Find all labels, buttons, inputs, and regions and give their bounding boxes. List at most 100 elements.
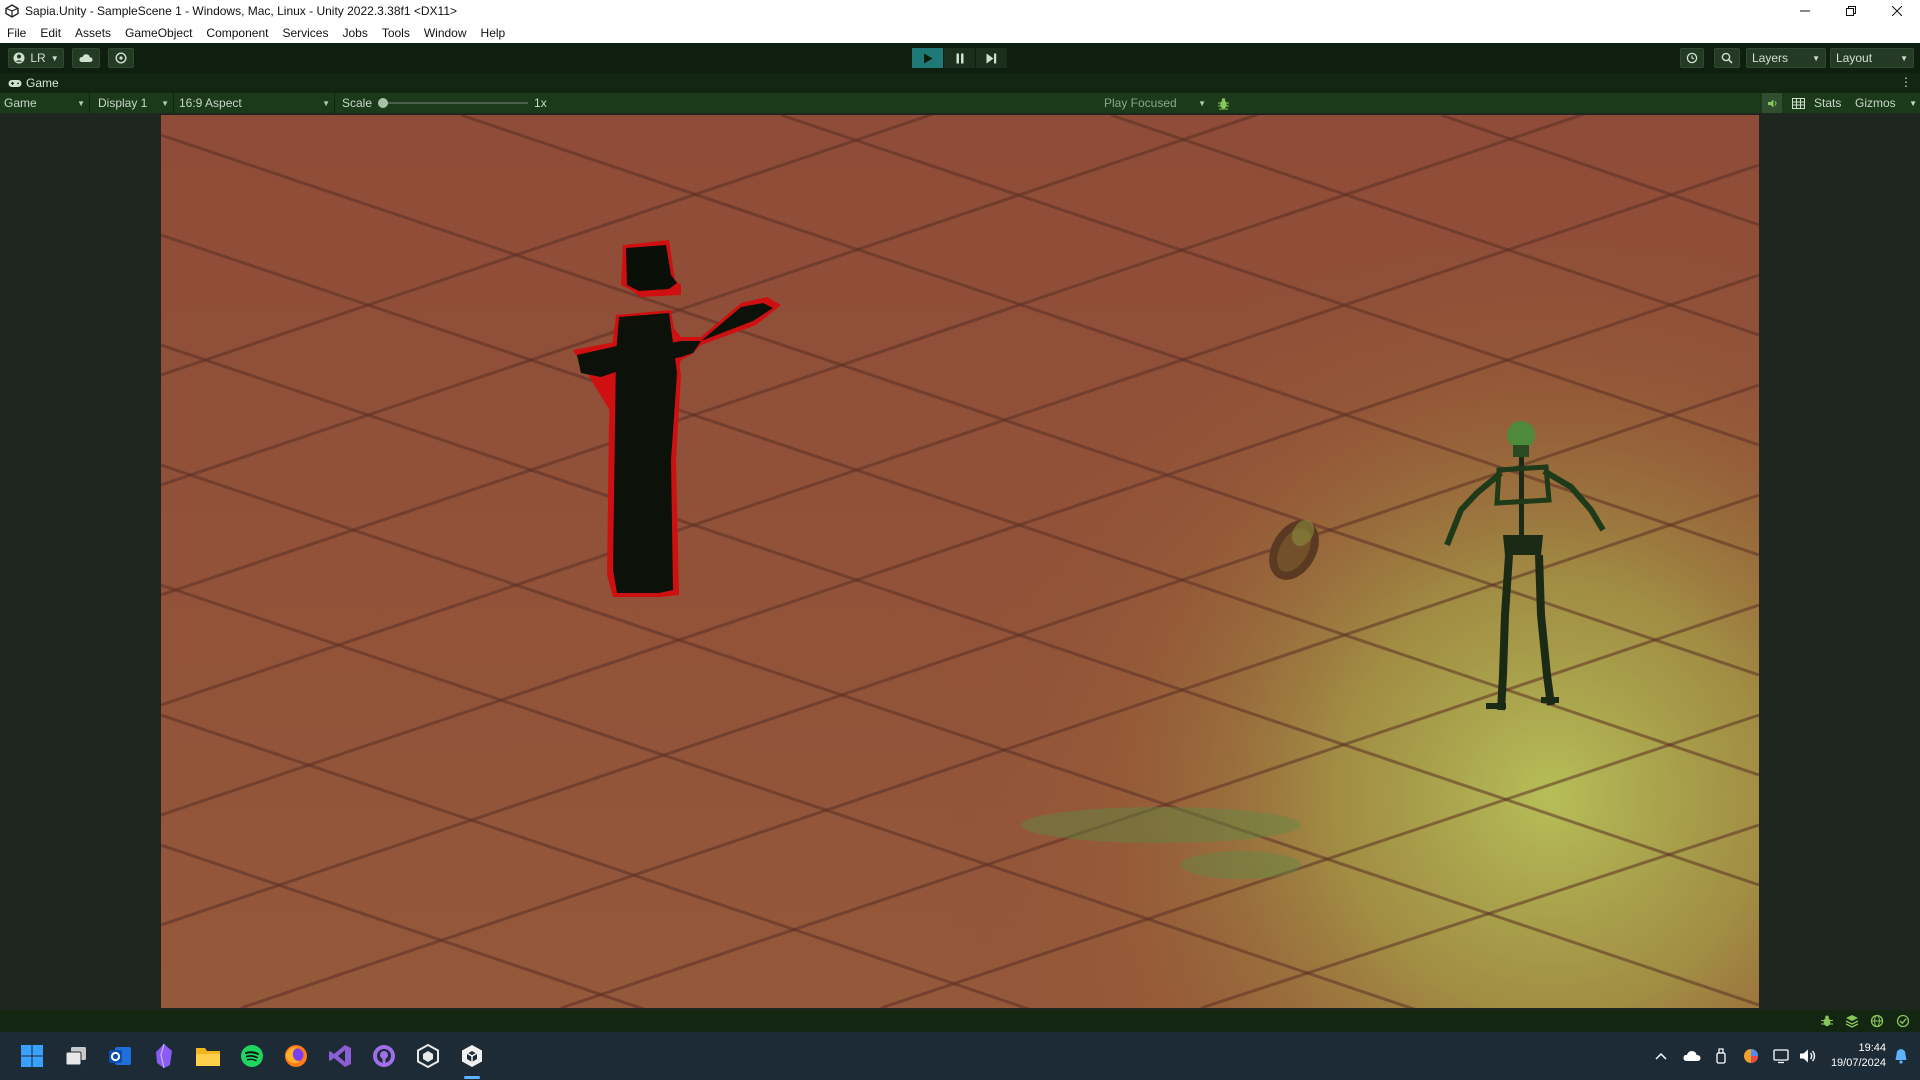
- bug-status-icon[interactable]: [1820, 1014, 1834, 1028]
- play-mode-dropdown[interactable]: Play Focused ▼: [1100, 93, 1210, 113]
- chevron-down-icon: ▼: [1812, 53, 1820, 63]
- minimize-button[interactable]: [1782, 0, 1828, 22]
- menu-bar: File Edit Assets GameObject Component Se…: [0, 22, 1920, 43]
- step-icon: [986, 53, 997, 63]
- account-dropdown[interactable]: LR ▼: [8, 48, 64, 68]
- taskbar-unity-hub[interactable]: [414, 1042, 442, 1070]
- pause-icon: [956, 53, 963, 63]
- menu-services[interactable]: Services: [282, 26, 328, 40]
- system-tray: 19:44 19/07/2024: [1655, 1032, 1920, 1080]
- taskbar-spotify[interactable]: [238, 1042, 266, 1070]
- taskbar-firefox[interactable]: [282, 1042, 310, 1070]
- layers-dropdown[interactable]: Layers ▼: [1746, 48, 1826, 68]
- layout-label: Layout: [1836, 51, 1873, 65]
- close-icon: [1892, 6, 1902, 16]
- cloud-button[interactable]: [72, 48, 100, 68]
- windows-taskbar: 19:44 19/07/2024: [0, 1032, 1920, 1080]
- volume-icon[interactable]: [1799, 1048, 1817, 1064]
- display-network-icon[interactable]: [1773, 1048, 1791, 1064]
- active-app-indicator: [464, 1076, 480, 1079]
- check-circle-icon[interactable]: [1896, 1014, 1910, 1028]
- taskbar-file-explorer[interactable]: [194, 1042, 222, 1070]
- menu-help[interactable]: Help: [481, 26, 506, 40]
- restore-button[interactable]: [1828, 0, 1874, 22]
- menu-jobs[interactable]: Jobs: [342, 26, 367, 40]
- speaker-icon: [1767, 99, 1776, 107]
- onedrive-cloud-icon[interactable]: [1683, 1050, 1701, 1062]
- aspect-label: 16:9 Aspect: [179, 96, 242, 110]
- windows-start-icon: [21, 1045, 43, 1067]
- taskbar-clock[interactable]: 19:44 19/07/2024: [1831, 1041, 1886, 1071]
- collab-icon: [115, 52, 127, 64]
- chevron-down-icon: ▼: [322, 98, 330, 108]
- menu-window[interactable]: Window: [424, 26, 467, 40]
- chevron-down-icon: ▼: [1909, 98, 1917, 108]
- chevron-down-icon: ▼: [161, 98, 169, 108]
- scale-slider[interactable]: [378, 97, 529, 109]
- taskbar-visual-studio[interactable]: [326, 1042, 354, 1070]
- menu-gameobject[interactable]: GameObject: [125, 26, 192, 40]
- chevron-down-icon: ▼: [77, 98, 85, 108]
- account-icon: [13, 52, 25, 64]
- close-button[interactable]: [1874, 0, 1920, 22]
- start-button[interactable]: [18, 1042, 46, 1070]
- gizmos-dropdown[interactable]: Gizmos ▼: [1855, 93, 1917, 113]
- gamepad-icon: [8, 79, 22, 87]
- scale-slider-handle[interactable]: [378, 98, 389, 108]
- mute-bug-toggle[interactable]: [1215, 96, 1231, 110]
- play-controls: [912, 48, 1008, 68]
- chevron-down-icon: ▼: [50, 53, 59, 63]
- layers-stack-icon[interactable]: [1845, 1014, 1859, 1028]
- taskbar-outlook[interactable]: [106, 1042, 134, 1070]
- menu-assets[interactable]: Assets: [75, 26, 111, 40]
- menu-edit[interactable]: Edit: [40, 26, 61, 40]
- obsidian-icon: [156, 1043, 172, 1069]
- grid-toggle[interactable]: [1790, 96, 1806, 110]
- collab-button[interactable]: [108, 48, 134, 68]
- stats-button[interactable]: Stats: [1814, 96, 1841, 110]
- chevron-down-icon: ▼: [1198, 98, 1206, 108]
- play-mode-label: Play Focused: [1104, 96, 1177, 110]
- visual-studio-icon: [329, 1045, 351, 1067]
- taskbar-obsidian[interactable]: [150, 1042, 178, 1070]
- pause-button[interactable]: [944, 48, 976, 68]
- grid-icon: [1791, 97, 1805, 109]
- layout-dropdown[interactable]: Layout ▼: [1830, 48, 1914, 68]
- scale-value: 1x: [534, 96, 547, 110]
- title-bar: Sapia.Unity - SampleScene 1 - Windows, M…: [0, 0, 1920, 22]
- taskbar-github-desktop[interactable]: [370, 1042, 398, 1070]
- maximize-on-play-toggle[interactable]: [1762, 93, 1782, 113]
- tab-menu-kebab-icon[interactable]: ⋮: [1900, 76, 1912, 88]
- game-view-controls: Game ▼ Display 1 ▼ 16:9 Aspect ▼ Scale 1…: [0, 93, 1920, 113]
- search-button[interactable]: [1714, 48, 1740, 68]
- spotify-icon: [241, 1045, 263, 1067]
- notification-bell-icon[interactable]: [1894, 1048, 1908, 1064]
- folder-icon: [196, 1048, 220, 1066]
- unity-logo-icon: [5, 4, 19, 18]
- display-dropdown[interactable]: Display 1 ▼: [90, 93, 174, 113]
- menu-tools[interactable]: Tools: [382, 26, 410, 40]
- firefox-icon: [285, 1045, 307, 1067]
- undo-history-button[interactable]: [1680, 48, 1704, 68]
- view-mode-label: Game: [4, 96, 37, 110]
- history-icon: [1686, 52, 1698, 64]
- restore-icon: [1846, 6, 1856, 16]
- tab-game[interactable]: Game: [0, 76, 59, 90]
- view-mode-dropdown[interactable]: Game ▼: [0, 93, 90, 113]
- display-label: Display 1: [98, 96, 148, 110]
- aspect-dropdown[interactable]: 16:9 Aspect ▼: [174, 93, 335, 113]
- usb-device-icon[interactable]: [1715, 1048, 1727, 1064]
- menu-file[interactable]: File: [7, 26, 26, 40]
- menu-component[interactable]: Component: [206, 26, 268, 40]
- network-globe-icon[interactable]: [1870, 1014, 1884, 1028]
- step-button[interactable]: [976, 48, 1008, 68]
- taskbar-unity-editor[interactable]: [458, 1042, 486, 1070]
- chevron-up-icon[interactable]: [1655, 1052, 1667, 1060]
- game-view[interactable]: [161, 115, 1759, 1008]
- task-view-icon: [65, 1047, 86, 1066]
- color-picker-icon[interactable]: [1743, 1048, 1759, 1064]
- outlook-icon: [109, 1047, 131, 1065]
- bug-icon: [1217, 97, 1229, 109]
- play-button[interactable]: [912, 48, 944, 68]
- taskbar-task-view[interactable]: [62, 1042, 90, 1070]
